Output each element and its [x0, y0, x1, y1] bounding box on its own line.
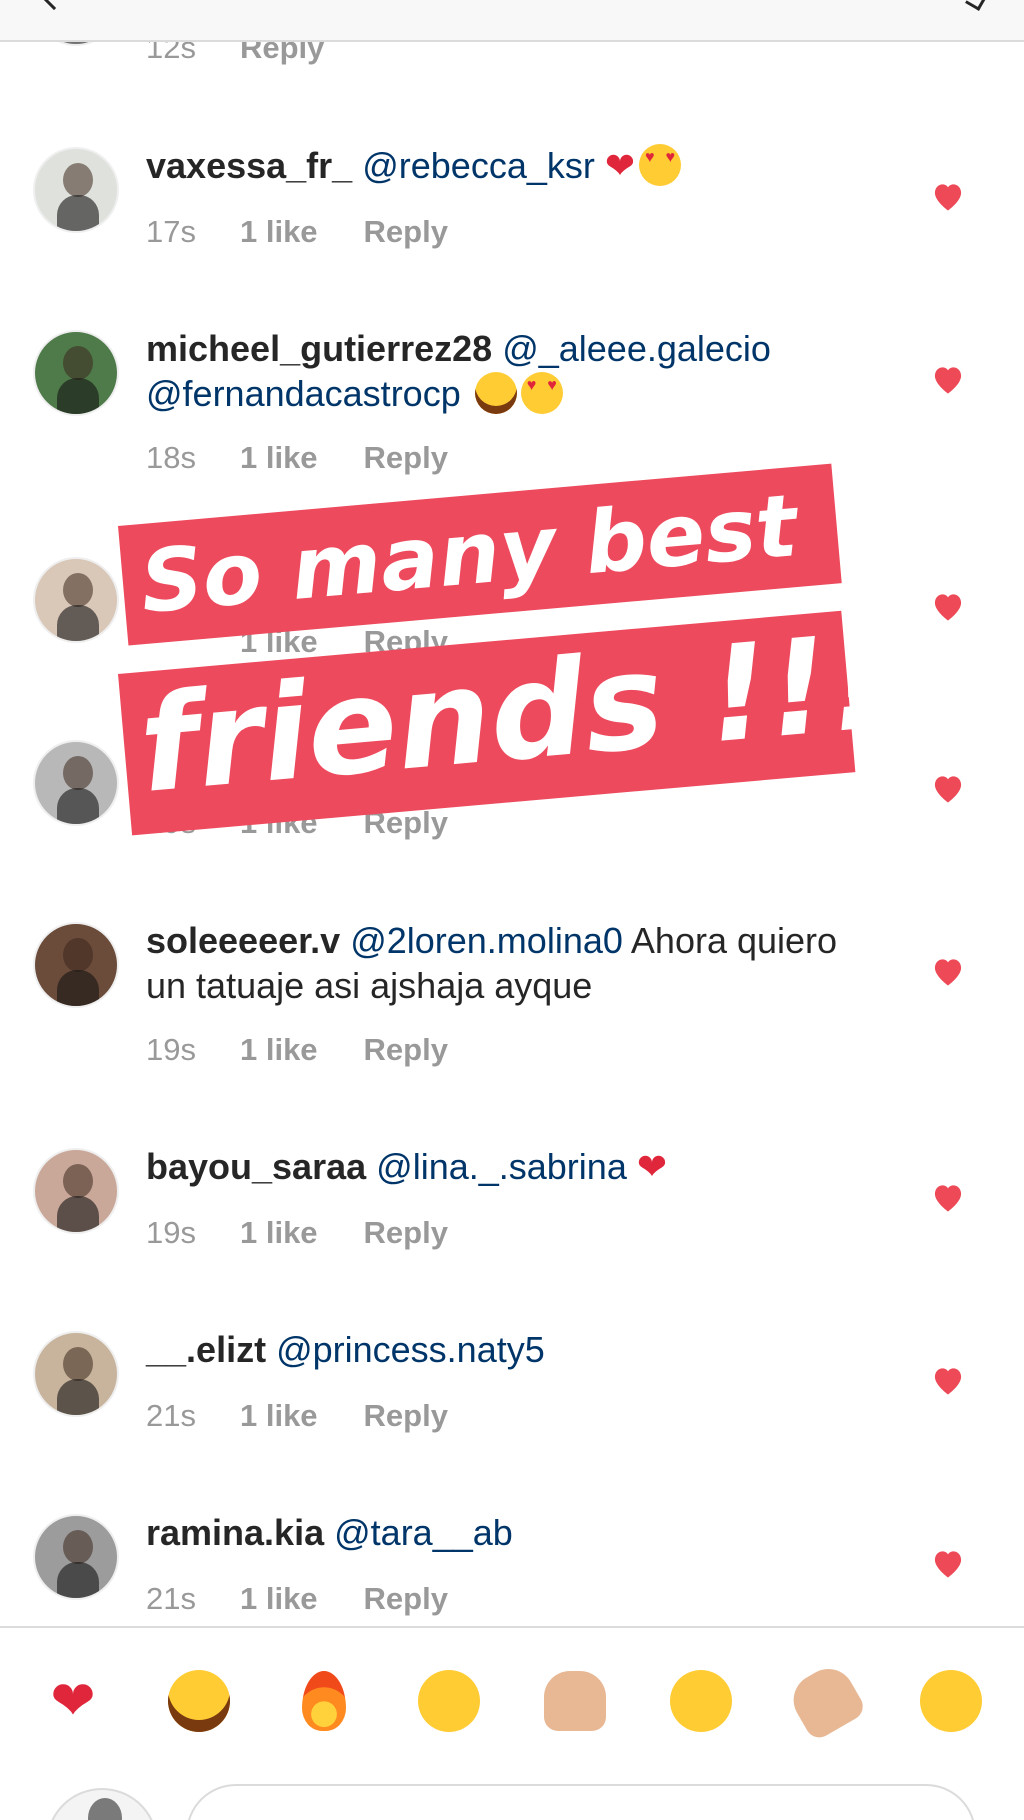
direct-send-icon[interactable]	[965, 0, 987, 11]
comment-text: micheel_gutierrez28 @_aleee.galecio @fer…	[146, 326, 846, 416]
comment-composer	[0, 1770, 1024, 1820]
like-heart-icon[interactable]	[930, 1364, 966, 1396]
avatar[interactable]	[33, 922, 119, 1008]
comment-input[interactable]	[186, 1784, 976, 1820]
heart-eyes-emoji	[639, 144, 682, 186]
likes-count[interactable]: 1 like	[240, 440, 318, 476]
comment-text: bayou_saraa @lina._.sabrina ❤	[146, 1144, 846, 1190]
avatar[interactable]	[33, 1514, 119, 1600]
reply-link[interactable]: Reply	[364, 1032, 448, 1068]
reply-link[interactable]: Reply	[364, 440, 448, 476]
heart-eyes-emoji[interactable]	[668, 1668, 734, 1734]
red-heart-emoji[interactable]: ❤	[40, 1668, 106, 1734]
heart-eyes-emoji	[520, 372, 563, 414]
clapping-hands-emoji[interactable]	[784, 1659, 868, 1743]
comment-meta: 17s 1 like Reply	[146, 214, 448, 250]
comment-time: 17s	[146, 214, 196, 249]
comment-username[interactable]: soleeeeer.v	[146, 920, 340, 961]
avatar[interactable]	[33, 740, 119, 826]
comment-time: 19s	[146, 1215, 196, 1250]
likes-count[interactable]: 1 like	[240, 1215, 318, 1251]
my-avatar	[46, 1788, 158, 1820]
comment-text: vaxessa_fr_ @rebecca_ksr ❤	[146, 143, 846, 189]
comment-mention[interactable]: @2loren.molina0	[350, 920, 623, 961]
comment-username[interactable]: ramina.kia	[146, 1512, 324, 1553]
comment-meta: 21s 1 like Reply	[146, 1398, 448, 1434]
comment-time: 18s	[146, 440, 196, 475]
comment-username[interactable]: micheel_gutierrez28	[146, 328, 492, 369]
reply-link[interactable]: Reply	[364, 1398, 448, 1434]
reply-link[interactable]: Reply	[364, 1215, 448, 1251]
comment-time: 21s	[146, 1398, 196, 1433]
comment-meta: 19s 1 like Reply	[146, 1032, 448, 1068]
smirking-face-emoji[interactable]	[918, 1668, 984, 1734]
like-heart-icon[interactable]	[930, 363, 966, 395]
comment-mention[interactable]: @princess.naty5	[276, 1329, 545, 1370]
red-heart-emoji: ❤	[604, 146, 636, 187]
avatar[interactable]	[33, 557, 119, 643]
like-heart-icon[interactable]	[930, 1547, 966, 1579]
comment-text: soleeeeer.v @2loren.molina0 Ahora quiero…	[146, 918, 846, 1008]
comment-username[interactable]: __.elizt	[146, 1329, 266, 1370]
avatar[interactable]	[33, 147, 119, 233]
like-heart-icon[interactable]	[930, 955, 966, 987]
back-arrow-icon[interactable]	[39, 0, 69, 11]
like-heart-icon[interactable]	[930, 772, 966, 804]
comment-text: __.elizt @princess.naty5	[146, 1327, 846, 1372]
like-heart-icon[interactable]	[930, 180, 966, 212]
tears-of-joy-emoji[interactable]	[166, 1668, 232, 1734]
like-heart-icon[interactable]	[930, 590, 966, 622]
likes-count[interactable]: 1 like	[240, 214, 318, 250]
fire-emoji[interactable]	[291, 1668, 357, 1734]
likes-count[interactable]: 1 like	[240, 1581, 318, 1617]
comment-mention[interactable]: @rebecca_ksr	[362, 145, 595, 186]
comment-username[interactable]: vaxessa_fr_	[146, 145, 352, 186]
comment-meta: 21s 1 like Reply	[146, 1581, 448, 1617]
comment-mention[interactable]: @tara__ab	[334, 1512, 513, 1553]
comment-time: 19s	[146, 1032, 196, 1067]
comments-screen: 12sReply vaxessa_fr_ @rebecca_ksr ❤ 17s1…	[0, 0, 1024, 1820]
avatar[interactable]	[33, 1148, 119, 1234]
tears-of-joy-emoji	[474, 372, 517, 414]
reply-link[interactable]: Reply	[364, 1581, 448, 1617]
comment-text: ramina.kia @tara__ab	[146, 1510, 846, 1555]
red-heart-emoji: ❤	[636, 1147, 668, 1188]
comment-meta: 18s 1 like Reply	[146, 440, 448, 476]
raising-hands-emoji[interactable]	[542, 1668, 608, 1734]
comment-mention[interactable]: @lina._.sabrina	[376, 1146, 627, 1187]
likes-count[interactable]: 1 like	[240, 1398, 318, 1434]
like-heart-icon[interactable]	[930, 1181, 966, 1213]
comment-meta: 19s 1 like Reply	[146, 1215, 448, 1251]
top-nav-bar	[0, 0, 1024, 42]
likes-count[interactable]: 1 like	[240, 1032, 318, 1068]
reply-link[interactable]: Reply	[364, 214, 448, 250]
avatar[interactable]	[33, 330, 119, 416]
kissing-face-emoji[interactable]	[416, 1668, 482, 1734]
comment-time: 21s	[146, 1581, 196, 1616]
comment-username[interactable]: bayou_saraa	[146, 1146, 366, 1187]
avatar[interactable]	[33, 1331, 119, 1417]
